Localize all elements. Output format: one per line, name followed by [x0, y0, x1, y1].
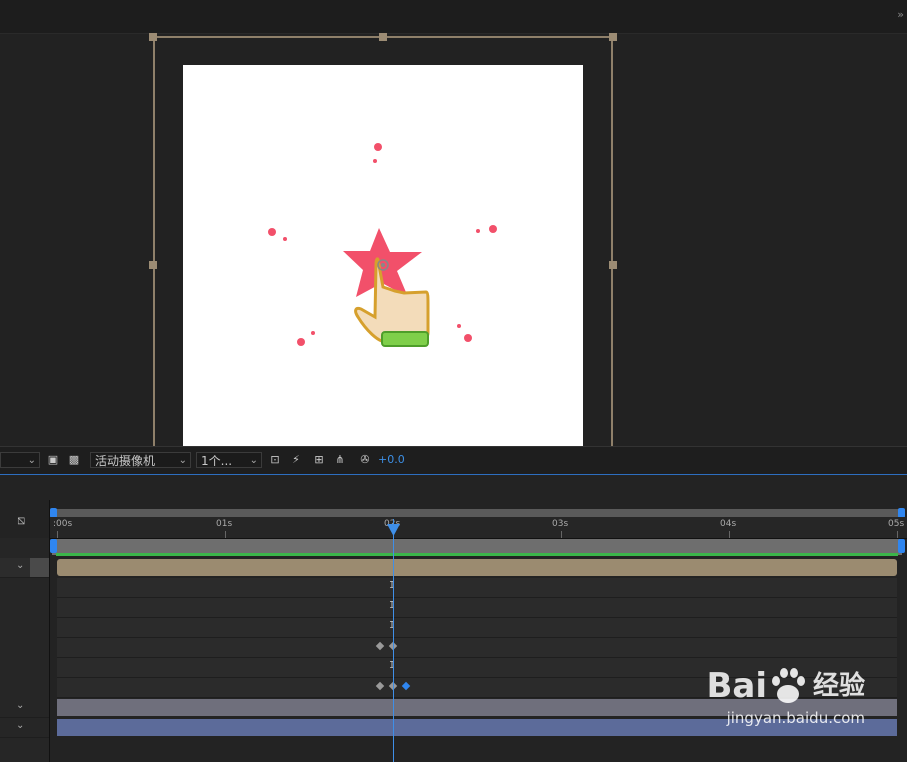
- exposure-value[interactable]: +0.0: [378, 453, 405, 466]
- layer-row-controls[interactable]: ⌄: [0, 698, 49, 718]
- property-row[interactable]: [57, 578, 897, 598]
- camera-select-label: 活动摄像机: [95, 454, 156, 468]
- watermark-brand-left: Bai: [706, 666, 767, 706]
- chevron-down-icon: ⌄: [27, 455, 36, 466]
- time-navigator[interactable]: [52, 509, 902, 517]
- timeline-toggle-icon[interactable]: ⊞: [312, 453, 326, 467]
- chevron-down-icon: ⌄: [249, 455, 258, 466]
- ruler-tick: [897, 531, 898, 538]
- render-cache-bar: [56, 553, 898, 556]
- flowchart-icon[interactable]: ⋔: [333, 453, 347, 467]
- ruler-label: :00s: [53, 519, 73, 529]
- chevron-down-icon: ⌄: [178, 455, 187, 466]
- toggle-pixel-aspect-icon[interactable]: ⊡: [268, 453, 282, 467]
- playhead-line[interactable]: [393, 519, 394, 762]
- camera-select[interactable]: 活动摄像机 ⌄: [90, 452, 191, 468]
- paw-icon: [771, 668, 805, 703]
- ruler-tick: [225, 531, 226, 538]
- views-select-label: 1个...: [201, 454, 233, 468]
- expand-chevron-icon[interactable]: ⌄: [16, 560, 24, 571]
- layer-duration-bar[interactable]: [57, 559, 897, 576]
- layer-label-swatch[interactable]: [30, 558, 49, 577]
- property-row[interactable]: [57, 618, 897, 638]
- transform-handle[interactable]: [149, 261, 157, 269]
- ruler-tick: [561, 531, 562, 538]
- property-row[interactable]: [57, 638, 897, 658]
- baidu-jingyan-watermark: Bai 经验 jingyan.baidu.com: [706, 665, 865, 727]
- layer-row-controls[interactable]: ⌄: [0, 718, 49, 738]
- layer-bounding-box[interactable]: [153, 36, 613, 476]
- transform-handle[interactable]: [609, 261, 617, 269]
- region-of-interest-icon[interactable]: ▣: [46, 453, 60, 467]
- ruler-label: 01s: [216, 519, 233, 529]
- expand-chevron-icon[interactable]: ⌄: [16, 720, 24, 731]
- ruler-tick: [729, 531, 730, 538]
- panel-header: »: [0, 0, 907, 34]
- reset-exposure-icon[interactable]: ✇: [358, 453, 372, 467]
- ruler-label: 05s: [888, 519, 905, 529]
- transform-handle[interactable]: [609, 33, 617, 41]
- magnification-select[interactable]: ⌄: [0, 452, 40, 468]
- viewer-toolbar: ⌄ ▣ ▩ 活动摄像机 ⌄ 1个... ⌄ ⊡ ⚡ ⊞ ⋔ ✇ +0.0: [0, 446, 907, 474]
- work-area-start-handle[interactable]: [50, 539, 57, 553]
- watermark-brand-right: 经验: [812, 671, 865, 701]
- ruler-tick: [57, 531, 58, 538]
- property-row[interactable]: [57, 598, 897, 618]
- expand-chevron-icon[interactable]: ⌄: [16, 700, 24, 711]
- ruler-label: 03s: [552, 519, 569, 529]
- comp-mini-flowchart-icon[interactable]: ⧅: [17, 513, 25, 528]
- transform-handle[interactable]: [149, 33, 157, 41]
- watermark-url: jingyan.baidu.com: [726, 709, 865, 727]
- fast-previews-icon[interactable]: ⚡: [289, 453, 303, 467]
- transform-handle[interactable]: [379, 33, 387, 41]
- views-select[interactable]: 1个... ⌄: [196, 452, 262, 468]
- panel-menu-icon[interactable]: »: [897, 8, 904, 21]
- time-ruler[interactable]: :00s 01s 02s 03s 04s 05s: [50, 517, 907, 539]
- transparency-grid-icon[interactable]: ▩: [67, 453, 81, 467]
- playhead-icon[interactable]: [386, 520, 401, 538]
- ruler-label: 04s: [720, 519, 737, 529]
- work-area-end-handle[interactable]: [898, 539, 905, 553]
